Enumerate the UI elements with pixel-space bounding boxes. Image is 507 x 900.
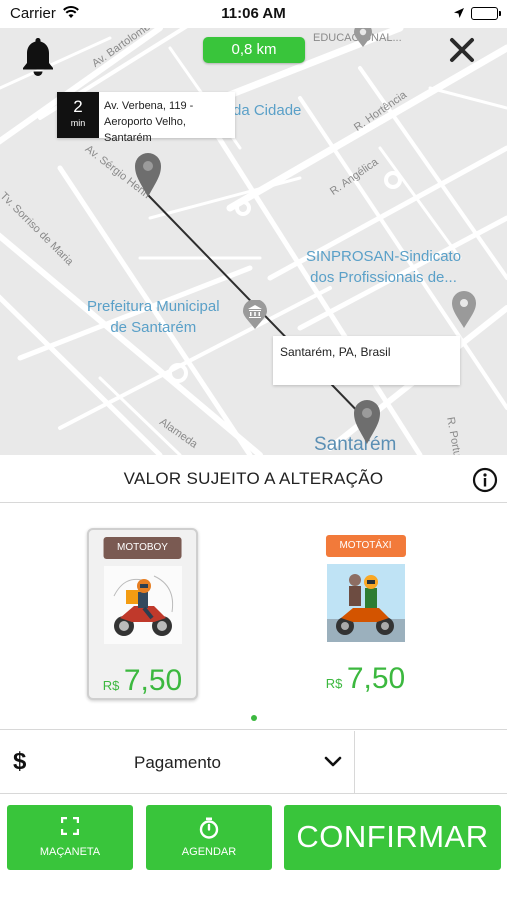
chevron-down-icon xyxy=(324,755,342,773)
mototaxi-image xyxy=(326,564,405,642)
clock: 11:06 AM xyxy=(221,5,286,22)
payment-divider xyxy=(354,731,355,793)
macaneta-label: MAÇANETA xyxy=(39,846,101,858)
poi-prefeitura-line2: de Santarém xyxy=(110,319,197,336)
battery-icon xyxy=(471,7,501,20)
price-currency: R$ xyxy=(102,678,120,693)
payment-label: Pagamento xyxy=(134,753,221,772)
agendar-button[interactable]: AGENDAR xyxy=(146,805,272,870)
price-value: 7,50 xyxy=(123,664,183,697)
price-notice-bar: VALOR SUJEITO A ALTERAÇÃO xyxy=(0,455,507,503)
poi-sinprosan-line2: dos Profissionais de... xyxy=(310,269,457,286)
poi-prefeitura: Prefeitura Municipal de Santarém xyxy=(87,296,220,338)
origin-callout[interactable]: 2 min Av. Verbena, 119 - Aeroporto Velho… xyxy=(57,92,235,144)
poi-sinprosan-line1: SINPROSAN-Sindicato xyxy=(306,248,462,265)
poi-prefeitura-line1: Prefeitura Municipal xyxy=(87,298,220,315)
origin-address-line1: Av. Verbena, 119 - xyxy=(104,100,194,112)
price-currency: R$ xyxy=(325,676,343,691)
origin-pin-icon xyxy=(134,152,162,203)
poi-pin-icon xyxy=(352,28,374,53)
vehicle-card-motoboy[interactable]: MOTOBOY R$ 7,50 xyxy=(87,528,198,700)
price-value: 7,50 xyxy=(346,662,406,695)
bell-icon[interactable] xyxy=(20,36,56,83)
eta-value: 2 xyxy=(73,97,83,116)
vehicle-type-badge: MOTOTÁXI xyxy=(325,535,406,557)
distance-badge: 0,8 km xyxy=(203,37,305,63)
close-icon[interactable] xyxy=(448,36,476,69)
vehicle-options: MOTOBOY R$ 7,50 MOTOTÁXI R$ 7,50 xyxy=(0,504,507,730)
price-notice-text: VALOR SUJEITO A ALTERAÇÃO xyxy=(123,469,384,488)
eta-unit: min xyxy=(70,118,86,128)
info-icon[interactable] xyxy=(472,467,498,498)
confirm-label: CONFIRMAR xyxy=(296,819,489,854)
vehicle-card-mototaxi[interactable]: MOTOTÁXI R$ 7,50 xyxy=(310,528,421,700)
destination-pin-icon xyxy=(353,399,381,450)
macaneta-button[interactable]: MAÇANETA xyxy=(7,805,133,870)
poi-pin-icon xyxy=(451,291,477,334)
motoboy-image xyxy=(103,566,182,644)
page-indicator-dot xyxy=(251,715,257,721)
agendar-label: AGENDAR xyxy=(181,846,237,858)
destination-callout[interactable]: Santarém, PA, Brasil xyxy=(273,336,460,385)
poi-cidade: da Cidade xyxy=(233,102,302,119)
stopwatch-icon xyxy=(146,817,272,844)
location-arrow-icon xyxy=(453,6,465,24)
payment-selector[interactable]: $ Pagamento xyxy=(0,731,507,794)
origin-address: Av. Verbena, 119 - Aeroporto Velho, Sant… xyxy=(99,92,235,144)
eta-box: 2 min xyxy=(57,92,99,138)
status-bar: Carrier 11:06 AM xyxy=(0,0,507,28)
confirm-button[interactable]: CONFIRMAR xyxy=(284,805,501,870)
vehicle-price: R$ 7,50 xyxy=(89,664,196,698)
origin-address-line2: Aeroporto Velho, Santarém xyxy=(104,116,186,144)
vehicle-price: R$ 7,50 xyxy=(310,662,421,696)
government-building-icon xyxy=(242,299,268,335)
scan-frame-icon xyxy=(7,816,133,840)
vehicle-type-badge: MOTOBOY xyxy=(103,537,182,559)
destination-address: Santarém, PA, Brasil xyxy=(280,345,391,359)
map-view[interactable]: EDUCACIONAL... Av. Bartolomeu Av. Sérgio… xyxy=(0,28,507,455)
poi-sinprosan: SINPROSAN-Sindicato dos Profissionais de… xyxy=(306,246,461,288)
